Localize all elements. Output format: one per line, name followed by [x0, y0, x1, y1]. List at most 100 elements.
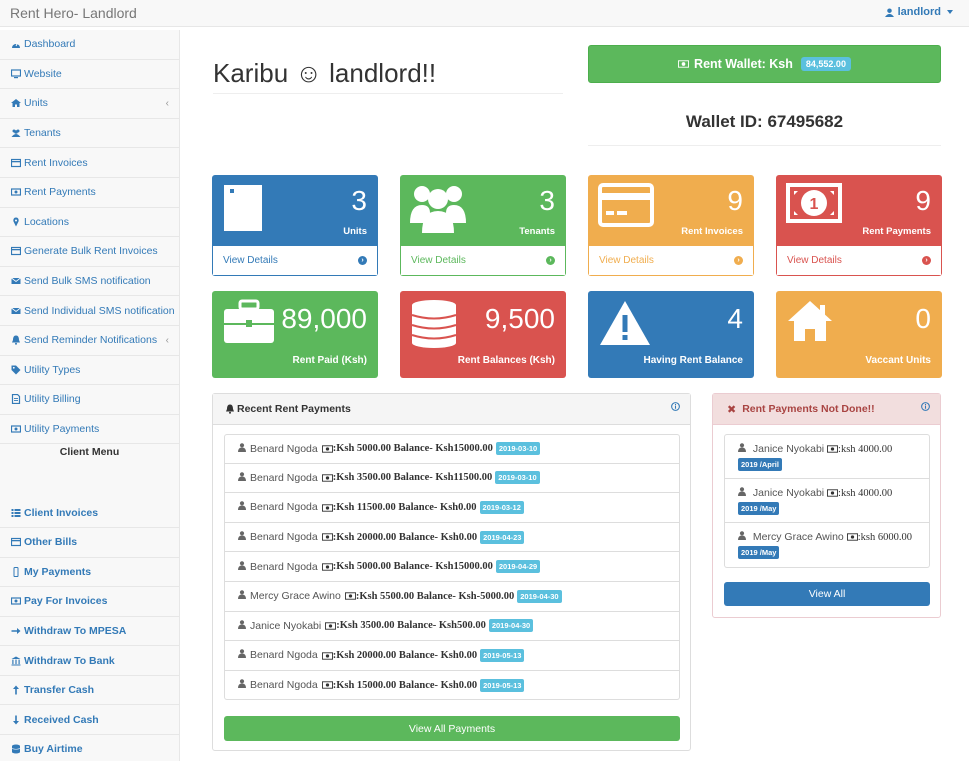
- sidebar-item-utility-payments[interactable]: Utility Payments: [0, 415, 179, 445]
- arrow-circle-right-icon: ›: [922, 256, 931, 265]
- payment-detail: :Ksh 5000.00 Balance- Ksh15000.00: [332, 561, 493, 573]
- sidebar-item-label: Utility Billing: [24, 393, 81, 406]
- view-details-link[interactable]: View Details ›: [588, 246, 754, 276]
- view-details-link[interactable]: View Details ›: [776, 246, 942, 276]
- payment-detail: :Ksh 5500.00 Balance- Ksh-5000.00: [355, 590, 515, 602]
- money-icon: [10, 423, 22, 435]
- sidebar-item-send-individual-sms-notification[interactable]: Send Individual SMS notification: [0, 296, 179, 326]
- period-badge: 2019 /April: [738, 458, 782, 471]
- card-count: 9: [727, 185, 743, 216]
- sidebar-item-website[interactable]: Website: [0, 60, 179, 90]
- payments-not-done-panel: ✖ Rent Payments Not Done!! Janice Nyokab…: [712, 393, 941, 618]
- stat-label: Rent Balances (Ksh): [457, 355, 555, 366]
- info-icon[interactable]: [671, 402, 680, 411]
- recent-payments-header: Recent Rent Payments: [213, 394, 690, 425]
- home-icon: [10, 97, 22, 109]
- user-icon: [238, 679, 246, 691]
- tenant-name: Benard Ngoda: [250, 501, 318, 514]
- dashboard-icon: [10, 38, 22, 50]
- info-icon[interactable]: [921, 402, 930, 411]
- client-menu-item-label: Other Bills: [24, 536, 78, 549]
- client-menu-item-received-cash[interactable]: Received Cash: [0, 705, 179, 736]
- rent-wallet-button[interactable]: Rent Wallet: Ksh 84,552.00: [588, 45, 941, 83]
- tenant-name: Benard Ngoda: [250, 531, 318, 544]
- user-icon: [238, 560, 246, 573]
- invoice-icon: [10, 245, 22, 257]
- svg-text:1: 1: [810, 196, 819, 213]
- sidebar-item-locations[interactable]: Locations: [0, 208, 179, 238]
- payment-detail: :Ksh 3500.00 Balance- Ksh500.00: [336, 620, 486, 632]
- payments-not-done-list: Janice Nyokabi :ksh 4000.00 2019 /April …: [724, 434, 930, 568]
- sidebar-item-label: Send Reminder Notifications: [24, 334, 158, 347]
- payment-row: Benard Ngoda :Ksh 20000.00 Balance- Ksh0…: [224, 641, 680, 671]
- client-menu-item-buy-airtime[interactable]: Buy Airtime: [0, 735, 179, 761]
- client-menu-item-client-invoices[interactable]: Client Invoices: [0, 498, 179, 528]
- view-details-link[interactable]: View Details ›: [212, 246, 378, 276]
- client-menu-item-pay-for-invoices[interactable]: Pay For Invoices: [0, 587, 179, 617]
- period-badge: 2019 /May: [738, 546, 780, 559]
- building-icon: [222, 183, 264, 236]
- client-menu-item-my-payments[interactable]: My Payments: [0, 558, 179, 588]
- sidebar-item-send-reminder-notifications[interactable]: Send Reminder Notifications ‹: [0, 326, 179, 356]
- payment-row: Benard Ngoda :Ksh 5000.00 Balance- Ksh15…: [224, 552, 680, 582]
- file-icon: [10, 393, 22, 405]
- sidebar-item-label: Generate Bulk Rent Invoices: [24, 245, 158, 258]
- client-menu-item-label: Received Cash: [24, 713, 99, 726]
- database-icon: [410, 299, 458, 352]
- close-icon: ✖: [727, 403, 737, 416]
- client-menu-item-other-bills[interactable]: Other Bills: [0, 528, 179, 558]
- money-icon: [846, 531, 858, 543]
- sidebar-item-rent-invoices[interactable]: Rent Invoices: [0, 148, 179, 178]
- money-icon: [321, 501, 333, 513]
- recent-payments-list: Benard Ngoda :Ksh 5000.00 Balance- Ksh15…: [224, 434, 680, 701]
- chevron-left-icon[interactable]: ‹: [166, 335, 169, 346]
- arrow-circle-right-icon: ›: [546, 256, 555, 265]
- brand-title[interactable]: Rent Hero- Landlord: [10, 5, 137, 21]
- money-icon: [321, 472, 333, 484]
- stat-label: Having Rent Balance: [643, 355, 743, 366]
- client-menu-title: Client Menu: [59, 446, 120, 459]
- sidebar-item-units[interactable]: Units ‹: [0, 89, 179, 119]
- card-count: 3: [351, 185, 367, 216]
- view-details-label: View Details: [411, 255, 466, 266]
- payment-row: Benard Ngoda :Ksh 20000.00 Balance- Ksh0…: [224, 522, 680, 553]
- card-label: Tenants: [519, 226, 555, 237]
- summary-card-units: 3 Units View Details ›: [212, 175, 378, 276]
- bell-icon: [226, 404, 234, 414]
- sidebar-item-rent-payments[interactable]: Rent Payments: [0, 178, 179, 208]
- stat-card-rent-paid-ksh: 89,000 Rent Paid (Ksh): [212, 291, 378, 378]
- sidebar-item-utility-types[interactable]: Utility Types: [0, 356, 179, 386]
- client-menu-item-transfer-cash[interactable]: Transfer Cash: [0, 676, 179, 706]
- payment-detail: :Ksh 20000.00 Balance- Ksh0.00: [332, 531, 478, 543]
- sidebar-item-label: Units: [24, 97, 48, 110]
- user-menu[interactable]: landlord: [884, 6, 953, 18]
- summary-card-tenants: 3 Tenants View Details ›: [400, 175, 566, 276]
- view-details-label: View Details: [223, 255, 278, 266]
- chevron-left-icon[interactable]: ‹: [166, 98, 169, 109]
- sidebar-item-send-bulk-sms-notification[interactable]: Send Bulk SMS notification: [0, 267, 179, 297]
- client-menu-item-withdraw-to-mpesa[interactable]: Withdraw To MPESA: [0, 617, 179, 647]
- view-all-not-done-button[interactable]: View All: [724, 582, 930, 606]
- tenant-name: Benard Ngoda: [250, 679, 318, 692]
- user-icon: [738, 486, 746, 499]
- sidebar-item-tenants[interactable]: Tenants: [0, 119, 179, 149]
- payment-row: Mercy Grace Awino :Ksh 5500.00 Balance- …: [224, 581, 680, 612]
- tenant-name: Benard Ngoda: [250, 442, 318, 455]
- view-details-link[interactable]: View Details ›: [400, 246, 566, 276]
- recent-payments-title: Recent Rent Payments: [237, 403, 351, 415]
- client-menu-item-withdraw-to-bank[interactable]: Withdraw To Bank: [0, 646, 179, 676]
- sidebar-item-utility-billing[interactable]: Utility Billing: [0, 385, 179, 415]
- sidebar-item-generate-bulk-rent-invoices[interactable]: Generate Bulk Rent Invoices: [0, 237, 179, 267]
- unpaid-amount: :ksh 4000.00: [838, 487, 893, 499]
- tenant-name: Janice Nyokabi: [752, 443, 825, 455]
- sidebar-item-label: Send Individual SMS notification: [24, 304, 175, 317]
- view-all-payments-button[interactable]: View All Payments: [224, 716, 680, 741]
- top-navbar: Rent Hero- Landlord landlord: [0, 0, 969, 27]
- welcome-heading: Karibu ☺ landlord!!: [213, 58, 437, 88]
- arrow-circle-right-icon: ›: [358, 256, 367, 265]
- wallet-balance-badge: 84,552.00: [800, 57, 851, 71]
- mobile-icon: [10, 566, 22, 578]
- sidebar-item-dashboard[interactable]: Dashboard: [0, 30, 179, 60]
- client-menu-item-label: Client Invoices: [24, 506, 99, 519]
- card-count: 3: [539, 185, 555, 216]
